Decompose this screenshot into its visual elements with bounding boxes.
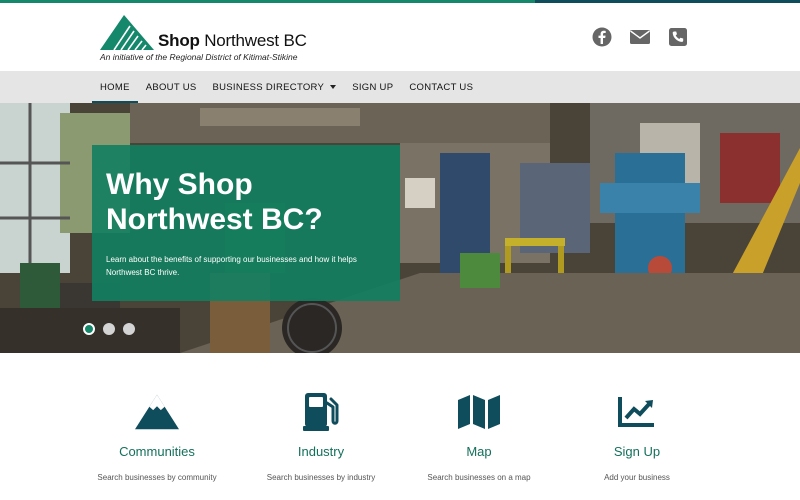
feature-title: Communities xyxy=(119,444,195,459)
envelope-icon xyxy=(630,30,650,44)
hero-text: Learn about the benefits of supporting o… xyxy=(106,255,357,277)
feature-links: Communities Search businesses by communi… xyxy=(0,353,800,500)
facebook-icon xyxy=(592,27,612,47)
nav-item-sign-up[interactable]: SIGN UP xyxy=(344,71,401,103)
nav-item-home[interactable]: HOME xyxy=(92,71,138,103)
nav-item-about-us[interactable]: ABOUT US xyxy=(138,71,205,103)
feature-desc: Add your business xyxy=(604,473,670,482)
site-header: Shop Northwest BC An initiative of the R… xyxy=(0,3,800,71)
carousel-dot-3[interactable] xyxy=(123,323,135,335)
phone-link[interactable] xyxy=(666,25,690,49)
mountain-icon xyxy=(135,393,179,431)
feature-title: Sign Up xyxy=(613,444,661,459)
carousel-indicators xyxy=(83,323,135,335)
nav-menu: HOME ABOUT US BUSINESS DIRECTORY SIGN UP… xyxy=(92,71,481,103)
main-navigation: HOME ABOUT US BUSINESS DIRECTORY SIGN UP… xyxy=(0,71,800,103)
facebook-link[interactable] xyxy=(590,25,614,49)
feature-desc: Search businesses by community xyxy=(97,473,217,482)
mountain-logo-icon xyxy=(100,15,154,50)
email-link[interactable] xyxy=(628,25,652,49)
nav-item-contact-us[interactable]: CONTACT US xyxy=(401,71,481,103)
hero-carousel: Why Shop Northwest BC? Learn about the b… xyxy=(0,103,800,353)
feature-title: Industry xyxy=(297,444,345,459)
caret-down-icon xyxy=(330,85,337,89)
brand-name: Shop Northwest BC xyxy=(158,31,307,50)
chart-line-icon xyxy=(615,393,659,431)
map-icon xyxy=(457,393,501,431)
feature-desc: Search businesses by industry xyxy=(266,473,376,482)
site-logo[interactable]: Shop Northwest BC An initiative of the R… xyxy=(100,14,307,64)
hero-callout[interactable]: Why Shop Northwest BC? Learn about the b… xyxy=(92,145,400,301)
carousel-dot-2[interactable] xyxy=(103,323,115,335)
carousel-dot-1[interactable] xyxy=(83,323,95,335)
brand-tagline: An initiative of the Regional District o… xyxy=(100,52,298,62)
feature-title: Map xyxy=(466,444,492,459)
nav-item-business-directory[interactable]: BUSINESS DIRECTORY xyxy=(205,71,345,103)
hero-heading: Why Shop Northwest BC? xyxy=(106,168,323,236)
gas-pump-icon xyxy=(299,393,343,431)
feature-desc: Search businesses on a map xyxy=(427,473,531,482)
phone-icon xyxy=(669,28,687,46)
